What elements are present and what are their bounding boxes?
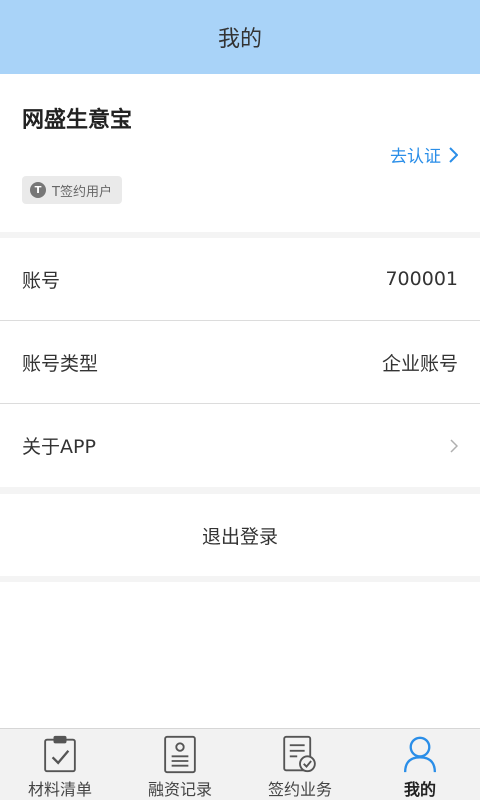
row-account: 账号 700001 — [0, 238, 480, 321]
record-icon — [164, 735, 196, 774]
row-value: 700001 — [385, 268, 458, 290]
profile-card: 网盛生意宝 去认证 T T签约用户 — [0, 74, 480, 232]
account-info-list: 账号 700001 账号类型 企业账号 关于APP — [0, 238, 480, 487]
page-title: 我的 — [217, 27, 262, 52]
user-icon — [403, 736, 437, 773]
tab-label: 融资记录 — [147, 780, 212, 799]
verify-label: 去认证 — [390, 147, 441, 167]
logout-button[interactable]: 退出登录 — [0, 494, 480, 576]
user-tag-label: T签约用户 — [52, 184, 112, 200]
tab-contract[interactable]: 签约业务 — [240, 729, 360, 800]
tab-label: 材料清单 — [27, 780, 92, 799]
row-label: 账号 — [22, 269, 61, 292]
row-account-type: 账号类型 企业账号 — [0, 321, 480, 404]
user-tag-badge: T T签约用户 — [22, 176, 122, 204]
company-name: 网盛生意宝 — [22, 108, 133, 133]
chevron-right-icon — [450, 438, 458, 453]
badge-icon: T — [30, 182, 46, 198]
bottom-tab-bar: 材料清单 融资记录 签约业务 我的 — [0, 728, 480, 800]
row-about-app[interactable]: 关于APP — [0, 404, 480, 487]
tab-mine[interactable]: 我的 — [360, 729, 480, 800]
tab-materials[interactable]: 材料清单 — [0, 729, 120, 800]
empty-area — [0, 582, 480, 728]
tab-label: 我的 — [403, 780, 436, 799]
row-label: 关于APP — [22, 436, 96, 458]
chevron-right-icon — [449, 146, 458, 163]
checklist-icon — [44, 735, 76, 773]
row-label: 账号类型 — [22, 352, 99, 375]
tab-label: 签约业务 — [267, 780, 332, 799]
row-value: 企业账号 — [381, 352, 458, 375]
tab-financing[interactable]: 融资记录 — [120, 729, 240, 800]
verify-link[interactable]: 去认证 — [390, 142, 458, 167]
app-header: 我的 — [0, 0, 480, 74]
contract-icon — [283, 735, 316, 773]
